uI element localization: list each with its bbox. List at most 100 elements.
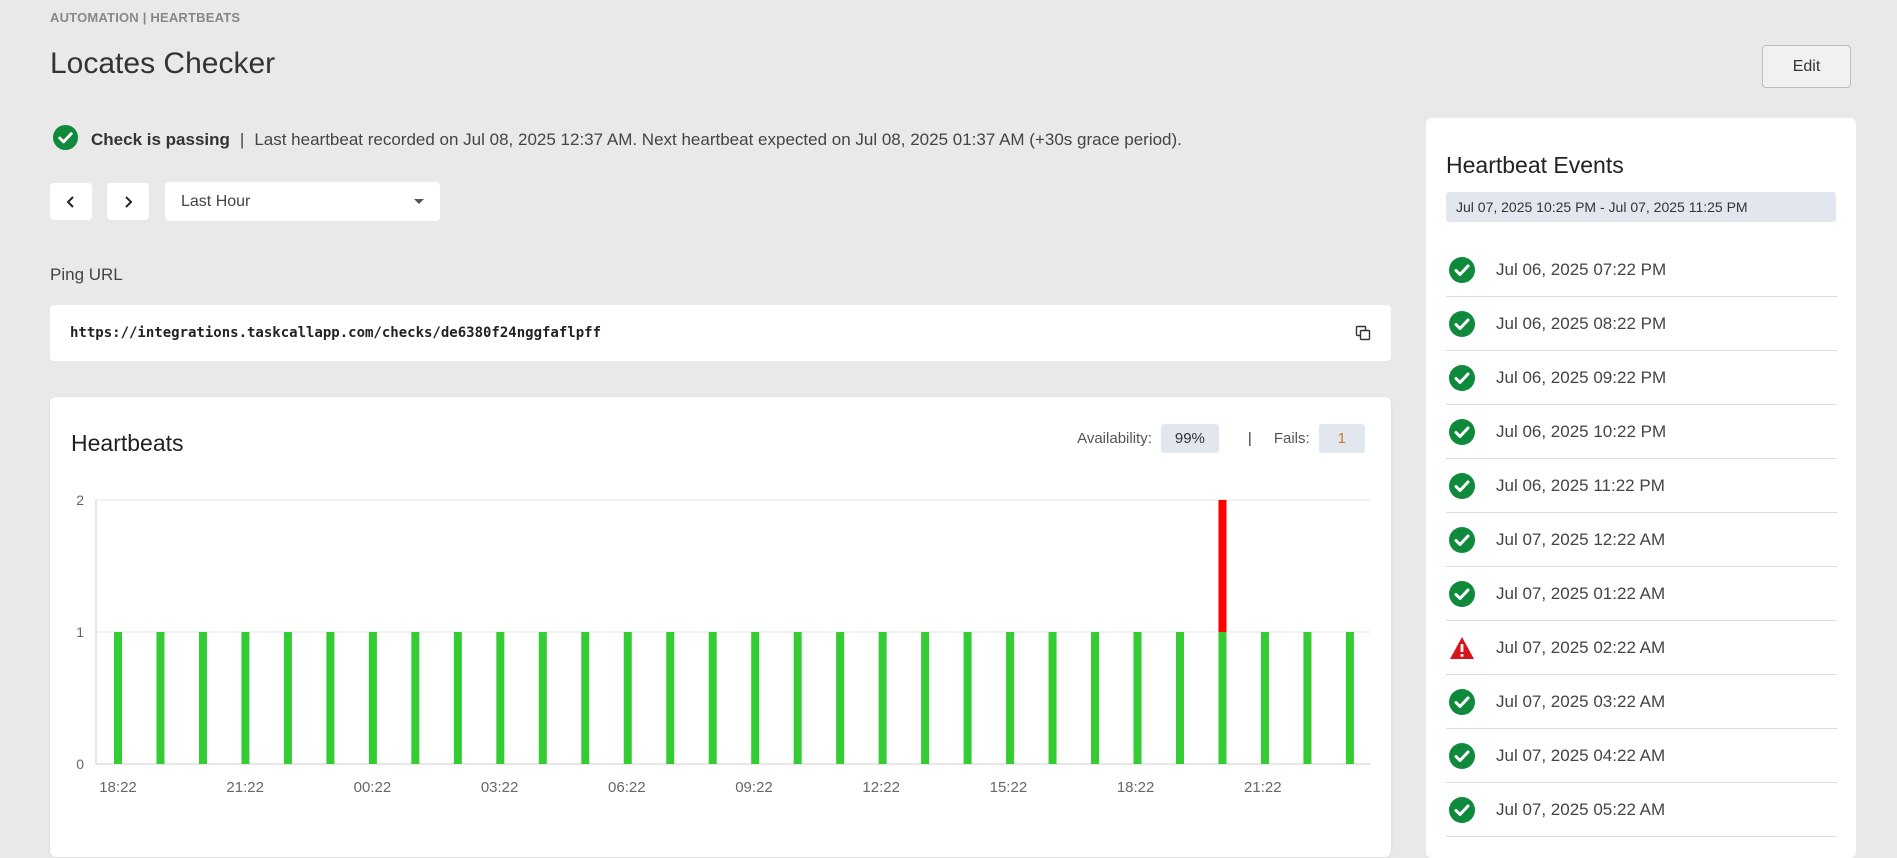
heartbeat-event-time: Jul 07, 2025 12:22 AM <box>1496 529 1666 549</box>
heartbeat-event-time: Jul 07, 2025 01:22 AM <box>1496 583 1666 603</box>
bar-pass <box>1345 632 1354 764</box>
chevron-left-icon <box>66 195 74 208</box>
availability-label: Availability: <box>1077 430 1152 447</box>
heartbeats-chart: 0 1 2 18:22 21:22 00:22 03:22 06:22 09:22 12:22 15… <box>76 492 1370 796</box>
heartbeat-event-item: Jul 06, 2025 07:22 PM <box>1446 243 1837 297</box>
bar-pass <box>283 632 292 764</box>
x-tick-label: 12:22 <box>862 779 900 796</box>
bar-pass <box>198 632 207 764</box>
bar-pass <box>1260 632 1269 764</box>
status-message: Last heartbeat recorded on Jul 08, 2025 … <box>254 130 1182 149</box>
time-range-value: Last Hour <box>181 192 251 210</box>
bar-pass <box>411 632 420 764</box>
bar-pass <box>241 632 250 764</box>
bar-pass <box>878 632 887 764</box>
bar-pass <box>836 632 845 764</box>
bar-pass <box>326 632 335 764</box>
bar-pass <box>538 632 547 764</box>
y-tick-label: 0 <box>76 756 84 772</box>
bar-pass <box>1303 632 1312 764</box>
bar-pass <box>368 632 377 764</box>
heartbeat-event-item: Jul 06, 2025 08:22 PM <box>1446 297 1837 351</box>
time-range-select[interactable]: Last Hour <box>165 182 440 221</box>
heartbeat-event-item: Jul 07, 2025 02:22 AM <box>1446 621 1837 675</box>
x-tick-label: 00:22 <box>354 779 392 796</box>
heartbeat-event-item: Jul 07, 2025 04:22 AM <box>1446 729 1837 783</box>
breadcrumb: AUTOMATION | HEARTBEATS <box>50 10 241 25</box>
heartbeats-stats: Availability: 99% | Fails: 1 <box>1077 424 1365 453</box>
bar-pass <box>921 632 930 764</box>
previous-range-button[interactable] <box>50 183 92 220</box>
bar-pass <box>1218 632 1227 764</box>
stats-separator: | <box>1247 430 1252 447</box>
x-tick-label: 18:22 <box>1117 779 1155 796</box>
heartbeat-event-time: Jul 07, 2025 05:22 AM <box>1496 799 1666 819</box>
ping-url-label: Ping URL <box>50 265 123 284</box>
ping-url[interactable]: https://integrations.taskcallapp.com/che… <box>70 325 601 341</box>
bar-pass <box>1091 632 1100 764</box>
check-circle-icon <box>1448 418 1476 446</box>
check-circle-icon <box>1448 310 1476 338</box>
bar-pass <box>666 632 675 764</box>
x-tick-label: 03:22 <box>481 779 519 796</box>
y-tick-label: 2 <box>76 492 84 508</box>
fails-badge: 1 <box>1318 424 1365 453</box>
heartbeat-event-item: Jul 07, 2025 05:22 AM <box>1446 783 1837 837</box>
copy-icon[interactable] <box>1355 325 1371 341</box>
status-line: Check is passing | Last heartbeat record… <box>52 124 1182 156</box>
chevron-right-icon <box>125 195 133 208</box>
bar-pass <box>581 632 590 764</box>
check-circle-icon <box>1448 472 1476 500</box>
status-label: Check is passing <box>91 130 230 149</box>
bar-pass <box>1048 632 1057 764</box>
page-title: Locates Checker <box>50 47 276 80</box>
heartbeat-event-time: Jul 06, 2025 07:22 PM <box>1496 259 1667 279</box>
check-circle-icon <box>1448 796 1476 824</box>
check-circle-icon <box>1448 256 1476 284</box>
bar-pass <box>963 632 972 764</box>
x-tick-label: 15:22 <box>990 779 1028 796</box>
x-tick-label: 21:22 <box>226 779 264 796</box>
ping-url-box: https://integrations.taskcallapp.com/che… <box>50 305 1391 361</box>
heartbeat-events-panel: Heartbeat Events Jul 07, 2025 10:25 PM -… <box>1426 118 1856 858</box>
heartbeat-event-item: Jul 06, 2025 09:22 PM <box>1446 351 1837 405</box>
heartbeat-events-title: Heartbeat Events <box>1446 152 1624 178</box>
heartbeats-card: Heartbeats Availability: 99% | Fails: 1 … <box>50 397 1391 857</box>
bar-pass <box>793 632 802 764</box>
bar-pass <box>1176 632 1184 764</box>
heartbeat-event-item: Jul 07, 2025 01:22 AM <box>1446 567 1837 621</box>
bar-pass <box>1133 632 1142 764</box>
check-circle-icon <box>1448 526 1476 554</box>
caret-down-icon <box>414 199 424 204</box>
check-circle-icon <box>52 124 79 156</box>
bar-pass <box>453 632 462 764</box>
heartbeat-event-item: Jul 07, 2025 03:22 AM <box>1446 675 1837 729</box>
bar-pass <box>708 632 717 764</box>
x-tick-label: 21:22 <box>1244 779 1282 796</box>
bar-pass <box>623 632 632 764</box>
heartbeat-event-item: Jul 07, 2025 12:22 AM <box>1446 513 1837 567</box>
heartbeat-event-time: Jul 06, 2025 08:22 PM <box>1496 313 1667 333</box>
check-circle-icon <box>1448 580 1476 608</box>
availability-badge: 99% <box>1160 424 1219 453</box>
heartbeat-event-time: Jul 06, 2025 10:22 PM <box>1496 421 1667 441</box>
edit-button[interactable]: Edit <box>1762 45 1851 88</box>
check-circle-icon <box>1448 364 1476 392</box>
heartbeat-events-list: Jul 06, 2025 07:22 PM Jul 06, 2025 08:22 … <box>1446 243 1837 837</box>
x-tick-label: 18:22 <box>99 779 137 796</box>
heartbeat-event-time: Jul 07, 2025 02:22 AM <box>1496 637 1666 657</box>
bar-pass <box>114 632 122 764</box>
fails-label: Fails: <box>1273 430 1310 447</box>
heartbeats-title: Heartbeats <box>71 430 184 456</box>
heartbeat-events-range: Jul 07, 2025 10:25 PM - Jul 07, 2025 11:… <box>1446 192 1836 222</box>
x-tick-label: 06:22 <box>608 779 646 796</box>
check-circle-icon <box>1448 688 1476 716</box>
bar-pass <box>496 632 505 764</box>
heartbeat-event-time: Jul 06, 2025 09:22 PM <box>1496 367 1667 387</box>
next-range-button[interactable] <box>107 183 149 220</box>
bar-pass <box>751 632 760 764</box>
bar-pass <box>156 632 165 764</box>
y-tick-label: 1 <box>76 624 84 640</box>
heartbeat-event-time: Jul 07, 2025 03:22 AM <box>1496 691 1666 711</box>
heartbeat-event-time: Jul 07, 2025 04:22 AM <box>1496 745 1666 765</box>
